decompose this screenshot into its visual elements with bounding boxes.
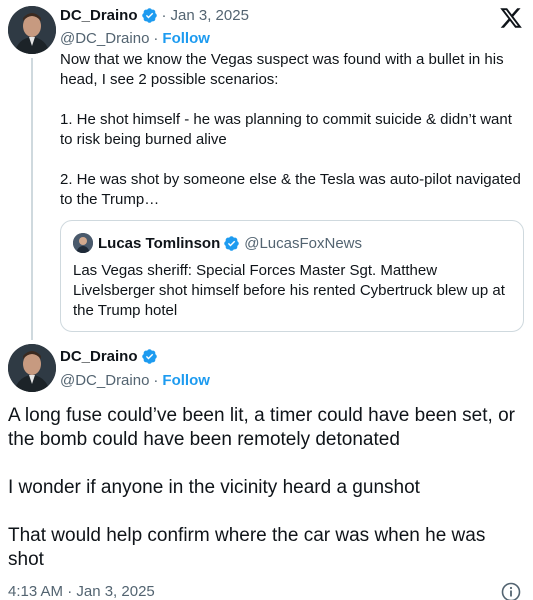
quote-display-name[interactable]: Lucas Tomlinson bbox=[98, 235, 220, 252]
thread-connector-line bbox=[31, 58, 33, 340]
display-name[interactable]: DC_Draino bbox=[60, 7, 138, 24]
tweet-paragraph: Now that we know the Vegas suspect was f… bbox=[60, 51, 504, 88]
separator: · bbox=[161, 7, 167, 24]
tweet-date[interactable]: Jan 3, 2025 bbox=[171, 7, 249, 24]
quote-tweet-card[interactable]: Lucas Tomlinson @LucasFoxNews Las Vegas … bbox=[60, 220, 524, 332]
parent-tweet-text: Now that we know the Vegas suspect was f… bbox=[60, 50, 522, 230]
quote-handle[interactable]: @LucasFoxNews bbox=[244, 235, 362, 252]
main-name-row: DC_Draino bbox=[60, 348, 158, 365]
tweet-timestamp[interactable]: 4:13 AM · Jan 3, 2025 bbox=[8, 583, 155, 600]
verified-badge-icon bbox=[141, 7, 158, 24]
handle[interactable]: @DC_Draino bbox=[60, 372, 149, 389]
tweet-paragraph: 1. He shot himself - he was planning to … bbox=[60, 111, 512, 148]
main-handle-row: @DC_Draino · Follow bbox=[60, 372, 210, 389]
parent-name-row: DC_Draino · Jan 3, 2025 bbox=[60, 7, 249, 24]
parent-handle-row: @DC_Draino · Follow bbox=[60, 30, 210, 47]
quote-header: Lucas Tomlinson @LucasFoxNews bbox=[73, 233, 362, 253]
avatar[interactable] bbox=[8, 6, 56, 54]
display-name[interactable]: DC_Draino bbox=[60, 348, 138, 365]
verified-badge-icon bbox=[223, 235, 240, 252]
follow-button[interactable]: Follow bbox=[162, 30, 210, 47]
quote-text: Las Vegas sheriff: Special Forces Master… bbox=[73, 262, 505, 319]
tweet-paragraph: 2. He was shot by someone else & the Tes… bbox=[60, 171, 521, 208]
verified-badge-icon bbox=[141, 348, 158, 365]
tweet-paragraph: A long fuse could’ve been lit, a timer c… bbox=[8, 405, 515, 450]
tweet-paragraph: That would help confirm where the car wa… bbox=[8, 525, 486, 570]
follow-button[interactable]: Follow bbox=[162, 372, 210, 389]
separator: · bbox=[153, 372, 159, 389]
separator: · bbox=[153, 30, 159, 47]
quote-avatar bbox=[73, 233, 93, 253]
info-icon[interactable] bbox=[501, 582, 521, 600]
x-logo-icon[interactable] bbox=[499, 6, 523, 30]
main-tweet-text: A long fuse could’ve been lit, a timer c… bbox=[8, 404, 523, 596]
avatar[interactable] bbox=[8, 344, 56, 392]
tweet-paragraph: I wonder if anyone in the vicinity heard… bbox=[8, 477, 420, 498]
handle[interactable]: @DC_Draino bbox=[60, 30, 149, 47]
